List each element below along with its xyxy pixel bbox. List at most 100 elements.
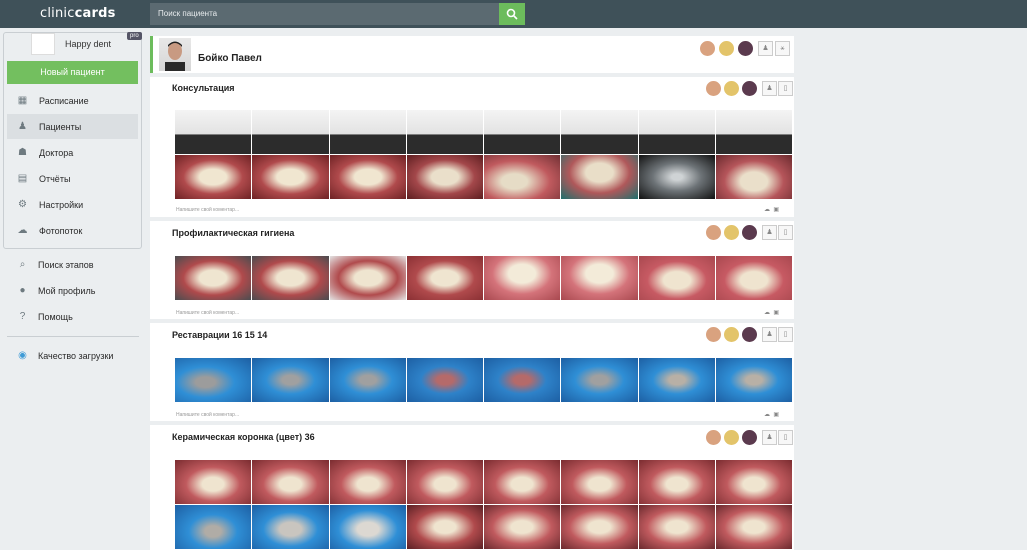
photo-thumb[interactable]	[329, 110, 406, 154]
photo-thumb[interactable]	[484, 358, 561, 402]
photo-thumb[interactable]	[175, 110, 252, 154]
doctor-avatar[interactable]	[723, 224, 740, 241]
photo-thumb[interactable]	[561, 460, 638, 504]
photo-thumb[interactable]	[252, 155, 329, 199]
nav-my-profile[interactable]: ● Мой профиль	[7, 282, 142, 302]
logo-text-cards: cards	[74, 6, 116, 21]
comment-input[interactable]: Напишите свой коментар...	[176, 310, 239, 316]
photo-thumb[interactable]	[406, 505, 483, 549]
doctor-avatar[interactable]	[741, 224, 758, 241]
photo-thumb[interactable]	[329, 155, 406, 199]
photo-thumb[interactable]	[406, 358, 483, 402]
photo-thumb[interactable]	[715, 256, 792, 300]
patient-name: Бойко Павел	[198, 53, 262, 64]
add-doctor-button[interactable]: ♟	[758, 41, 773, 56]
assign-button[interactable]: ♟	[762, 225, 777, 240]
photo-thumb[interactable]	[175, 460, 252, 504]
patient-search-input[interactable]: Поиск пациента	[150, 3, 499, 25]
photo-thumb[interactable]	[715, 460, 792, 504]
comment-input[interactable]: Напишите свой коментар...	[176, 412, 239, 418]
photo-thumb[interactable]	[715, 358, 792, 402]
assign-button[interactable]: ♟	[762, 327, 777, 342]
new-patient-button[interactable]: Новый пациент	[7, 61, 138, 84]
photo-thumb[interactable]	[484, 460, 561, 504]
doctor-avatar[interactable]	[705, 224, 722, 241]
doctor-avatar[interactable]	[723, 429, 740, 446]
doctor-avatar[interactable]	[723, 326, 740, 343]
photo-thumb[interactable]	[484, 110, 561, 154]
photo-thumb[interactable]	[329, 460, 406, 504]
share-button[interactable]: ⚹	[775, 41, 790, 56]
search-button[interactable]	[499, 3, 525, 25]
photo-thumb[interactable]	[329, 358, 406, 402]
xray-thumb[interactable]	[638, 155, 715, 199]
patient-photo[interactable]	[159, 38, 191, 71]
sidebar-item-patients[interactable]: ♟ Пациенты	[7, 114, 138, 139]
photo-thumb[interactable]	[252, 358, 329, 402]
photo-thumb[interactable]	[561, 110, 638, 154]
sidebar-item-doctors[interactable]: ☗ Доктора	[7, 140, 138, 165]
delete-button[interactable]: ▯	[778, 225, 793, 240]
photo-thumb[interactable]	[561, 256, 638, 300]
photo-thumb[interactable]	[406, 256, 483, 300]
assign-button[interactable]: ♟	[762, 81, 777, 96]
photo-thumb[interactable]	[329, 256, 406, 300]
doctor-avatar[interactable]	[737, 40, 754, 57]
doctor-avatar[interactable]	[718, 40, 735, 57]
photo-thumb[interactable]	[561, 505, 638, 549]
photo-thumb[interactable]	[561, 358, 638, 402]
nav-help[interactable]: ? Помощь	[7, 308, 142, 328]
sidebar-item-reports[interactable]: ▤ Отчёты	[7, 166, 138, 191]
section-tools[interactable]: ☁ ▣	[764, 206, 779, 213]
doctor-avatar[interactable]	[705, 326, 722, 343]
photo-thumb[interactable]	[715, 110, 792, 154]
doctor-avatar[interactable]	[741, 326, 758, 343]
sidebar-item-schedule[interactable]: ▦ Расписание	[7, 88, 138, 113]
delete-button[interactable]: ▯	[778, 327, 793, 342]
photo-thumb[interactable]	[175, 155, 252, 199]
photo-thumb[interactable]	[715, 505, 792, 549]
photo-thumb[interactable]	[484, 155, 561, 199]
doctor-avatar[interactable]	[741, 80, 758, 97]
doctor-avatar[interactable]	[741, 429, 758, 446]
assign-button[interactable]: ♟	[762, 430, 777, 445]
user-icon: ●	[19, 285, 26, 296]
photo-thumb[interactable]	[175, 505, 252, 549]
photo-thumb[interactable]	[638, 358, 715, 402]
photo-thumb[interactable]	[252, 110, 329, 154]
nav-stage-search[interactable]: ⌕ Поиск этапов	[7, 256, 142, 276]
photo-thumb[interactable]	[484, 505, 561, 549]
photo-thumb[interactable]	[638, 256, 715, 300]
photo-thumb[interactable]	[406, 460, 483, 504]
photo-thumb[interactable]	[715, 155, 792, 199]
doctor-avatar[interactable]	[699, 40, 716, 57]
doctor-avatar[interactable]	[705, 429, 722, 446]
radio-icon: ◉	[18, 350, 27, 361]
nav-upload-quality[interactable]: ◉ Качество загрузки	[7, 347, 142, 367]
sidebar-item-settings[interactable]: ⚙ Настройки	[7, 192, 138, 217]
delete-button[interactable]: ▯	[778, 430, 793, 445]
photo-thumb[interactable]	[406, 155, 483, 199]
doctor-avatar[interactable]	[723, 80, 740, 97]
section-tools[interactable]: ☁ ▣	[764, 411, 779, 418]
photo-thumb[interactable]	[252, 256, 329, 300]
photo-thumb[interactable]	[252, 505, 329, 549]
photo-thumb[interactable]	[561, 155, 638, 199]
clinic-name: Happy dent	[65, 39, 112, 49]
photo-thumb[interactable]	[175, 358, 252, 402]
photo-thumb[interactable]	[252, 460, 329, 504]
section-tools[interactable]: ☁ ▣	[764, 309, 779, 316]
photo-thumb[interactable]	[484, 256, 561, 300]
photo-thumb[interactable]	[638, 460, 715, 504]
photo-strip	[175, 460, 792, 504]
photo-thumb[interactable]	[175, 256, 252, 300]
photo-thumb[interactable]	[406, 110, 483, 154]
photo-thumb[interactable]	[638, 110, 715, 154]
sidebar-item-photostream[interactable]: ☁ Фотопоток	[7, 218, 138, 243]
app-logo[interactable]: cliniccards	[40, 6, 116, 21]
delete-button[interactable]: ▯	[778, 81, 793, 96]
doctor-avatar[interactable]	[705, 80, 722, 97]
comment-input[interactable]: Напишите свой коментар...	[176, 207, 239, 213]
photo-thumb[interactable]	[638, 505, 715, 549]
photo-thumb[interactable]	[329, 505, 406, 549]
